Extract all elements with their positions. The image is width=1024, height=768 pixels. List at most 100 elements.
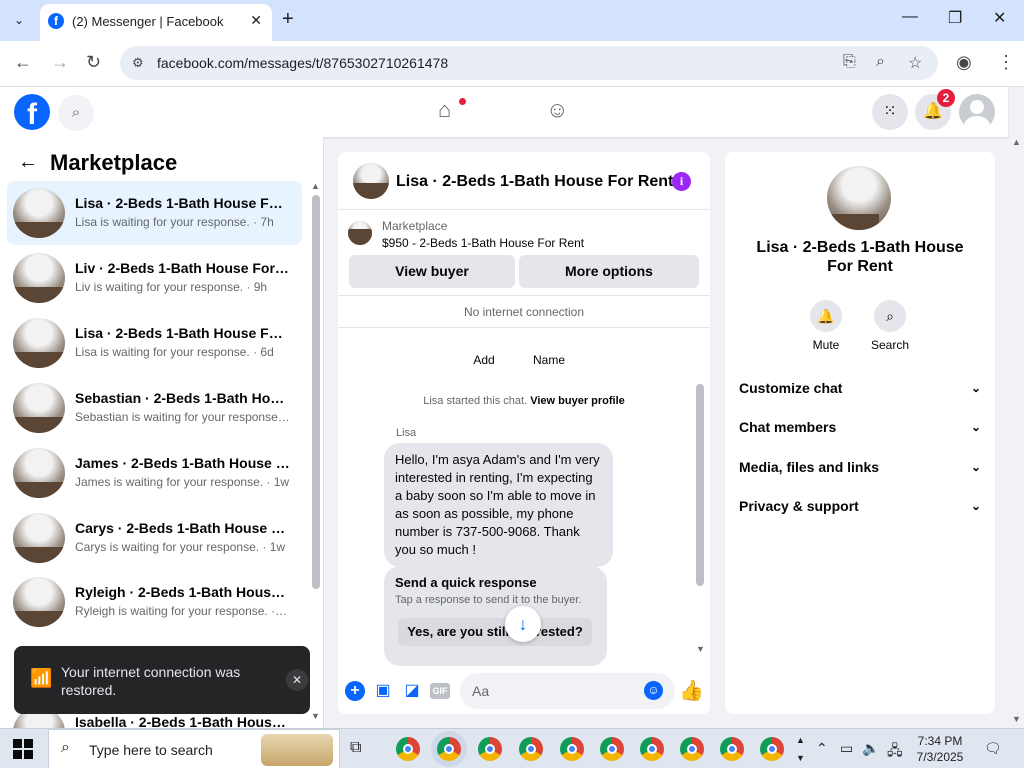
add-action[interactable]: Add — [454, 340, 514, 367]
chrome-icon[interactable] — [640, 737, 664, 761]
like-thumbs-up-icon[interactable]: 👍 — [679, 678, 704, 703]
restore-icon[interactable]: ❐ — [948, 8, 962, 28]
chat-avatar[interactable] — [353, 163, 389, 199]
install-app-icon[interactable]: ⎘ — [843, 53, 856, 71]
conversation-item[interactable]: Ryleigh · 2-Beds 1-Bath House For Rent R… — [7, 570, 302, 634]
chrome-icon[interactable] — [437, 737, 461, 761]
bell-mute-icon: 🔔 — [810, 300, 842, 332]
view-buyer-button[interactable]: View buyer — [349, 255, 515, 288]
conversation-item[interactable]: Sebastian · 2-Beds 1-Bath House For Rent… — [7, 376, 302, 440]
notification-center-icon[interactable]: 🗨 — [984, 740, 1002, 757]
browser-menu-icon[interactable]: ⋮ — [997, 52, 1015, 73]
listing-thumbnail — [13, 383, 65, 433]
back-icon[interactable]: ← — [14, 52, 32, 73]
chrome-icon[interactable] — [478, 737, 502, 761]
meet-now-icon[interactable]: ▭ — [840, 740, 853, 757]
search-conversation-button[interactable]: ⌕ Search — [860, 300, 920, 352]
tab-close-icon[interactable]: ✕ — [250, 12, 262, 29]
address-bar[interactable]: ⚙ facebook.com/messages/t/87653027102614… — [120, 46, 938, 80]
taskbar-search-box[interactable]: ⌕ Type here to search — [48, 729, 340, 768]
site-info-icon[interactable]: ⚙ — [132, 55, 144, 71]
quick-response-option[interactable]: Yes, are you still interested? — [398, 618, 592, 646]
chrome-icon[interactable] — [560, 737, 584, 761]
chat-scrollbar[interactable] — [696, 384, 704, 586]
listing-title[interactable]: $950 - 2-Beds 1-Bath House For Rent — [382, 236, 584, 250]
conversation-item[interactable]: James · 2-Beds 1-Bath House For Rent Jam… — [7, 441, 302, 505]
chat-title[interactable]: Lisa · 2-Beds 1-Bath House For Rent — [396, 173, 673, 191]
groups-icon[interactable]: ☺ — [546, 97, 568, 123]
taskbar-clock[interactable]: 7:34 PM 7/3/2025 — [910, 733, 970, 765]
chat-members-section[interactable]: Chat members ⌄ — [739, 411, 981, 443]
zoom-icon[interactable]: ⌕ — [876, 53, 885, 71]
scroll-to-bottom-icon[interactable]: ↓ — [505, 606, 541, 642]
quick-response-subtitle: Tap a response to send it to the buyer. — [395, 594, 582, 606]
view-buyer-profile-link[interactable]: View buyer profile — [530, 395, 625, 407]
bookmark-star-icon[interactable]: ☆ — [908, 53, 922, 73]
conversation-item[interactable]: Lisa · 2-Beds 1-Bath House For Rent Lisa… — [7, 311, 302, 375]
privacy-support-section[interactable]: Privacy & support ⌄ — [739, 490, 981, 522]
search-highlight-image — [261, 734, 333, 766]
windows-start-icon[interactable] — [13, 739, 33, 759]
account-avatar[interactable] — [959, 94, 995, 130]
forward-icon[interactable]: → — [51, 52, 69, 73]
facebook-logo-icon[interactable]: f — [14, 94, 50, 131]
connection-restored-toast: 📶 Your internet connection was restored.… — [14, 646, 310, 714]
browser-tab-active[interactable]: f (2) Messenger | Facebook ✕ — [40, 4, 272, 41]
home-icon[interactable]: ⌂ — [438, 97, 451, 123]
photo-icon[interactable]: ▣ — [373, 681, 393, 701]
plus-icon[interactable]: + — [345, 681, 365, 701]
conversation-preview: Lisa is waiting for your response. · 6d — [75, 345, 274, 359]
message-input[interactable]: Aa ☺ — [460, 673, 675, 709]
url-text[interactable]: facebook.com/messages/t/8765302710261478 — [157, 55, 448, 71]
profile-icon[interactable]: ◉ — [956, 52, 972, 73]
sticker-icon[interactable]: ◪ — [402, 681, 422, 701]
name-icon — [534, 340, 564, 348]
gif-icon[interactable]: GIF — [430, 683, 450, 699]
tab-search-chevron-icon[interactable]: ⌄ — [8, 9, 30, 31]
conversation-preview: Carys is waiting for your response. · 1w — [75, 540, 286, 554]
chrome-icon[interactable] — [519, 737, 543, 761]
listing-thumbnail — [13, 448, 65, 498]
close-window-icon[interactable]: ✕ — [993, 8, 1006, 28]
search-icon[interactable]: ⌕ — [58, 95, 94, 131]
task-view-icon[interactable]: ⧉ — [350, 739, 361, 757]
chrome-icon[interactable] — [760, 737, 784, 761]
conversation-list-scrollbar[interactable] — [312, 195, 320, 589]
menu-grid-icon[interactable]: ⁙ — [872, 94, 908, 130]
no-internet-banner: No internet connection — [338, 295, 710, 328]
chrome-icon[interactable] — [720, 737, 744, 761]
scroll-up-arrow-icon[interactable]: ▲ — [311, 181, 320, 191]
reload-icon[interactable]: ↻ — [86, 52, 101, 73]
network-icon[interactable]: 🖧 — [887, 740, 903, 764]
minimize-icon[interactable]: — — [902, 8, 918, 26]
toast-message: Your internet connection was restored. — [61, 664, 241, 698]
conversation-item[interactable]: Liv · 2-Beds 1-Bath House For Rent Liv i… — [7, 246, 302, 310]
chat-scroll-down-arrow-icon[interactable]: ▼ — [696, 644, 705, 654]
toast-close-icon[interactable]: ✕ — [286, 669, 308, 691]
chrome-icon[interactable] — [680, 737, 704, 761]
chat-header: Lisa · 2-Beds 1-Bath House For Rent i — [338, 152, 710, 210]
more-options-button[interactable]: More options — [519, 255, 699, 288]
chevron-down-icon: ⌄ — [970, 460, 981, 474]
chrome-icon[interactable] — [600, 737, 624, 761]
mute-button[interactable]: 🔔 Mute — [796, 300, 856, 352]
conversation-item[interactable]: Lisa · 2-Beds 1-Bath House For Rent Lisa… — [7, 181, 302, 245]
name-action[interactable]: Name — [519, 340, 579, 367]
page-scroll-up-arrow-icon[interactable]: ▲ — [1012, 137, 1021, 147]
back-arrow-icon[interactable]: ← — [18, 151, 38, 174]
new-tab-icon[interactable]: + — [282, 8, 294, 31]
customize-chat-section[interactable]: Customize chat ⌄ — [739, 372, 981, 404]
facebook-header: f ⌕ ⌂ ☺ ⁙ 🔔 2 — [0, 87, 1008, 137]
emoji-icon[interactable]: ☺ — [644, 681, 663, 700]
info-icon[interactable]: i — [672, 172, 691, 191]
show-hidden-icons-chevron-icon[interactable]: ⌃ — [816, 740, 828, 757]
volume-icon[interactable]: 🔈 — [862, 740, 879, 757]
conversation-preview: James is waiting for your response. · 1w — [75, 475, 290, 489]
scroll-down-arrow-icon[interactable]: ▼ — [311, 711, 320, 721]
listing-thumbnail — [13, 188, 65, 238]
taskbar-scroll-arrows-icon[interactable]: ▲ ▼ — [796, 731, 805, 767]
chrome-icon[interactable] — [396, 737, 420, 761]
conversation-item[interactable]: Carys · 2-Beds 1-Bath House For Rent Car… — [7, 506, 302, 570]
page-scroll-down-arrow-icon[interactable]: ▼ — [1012, 714, 1021, 724]
media-files-links-section[interactable]: Media, files and links ⌄ — [739, 451, 981, 483]
